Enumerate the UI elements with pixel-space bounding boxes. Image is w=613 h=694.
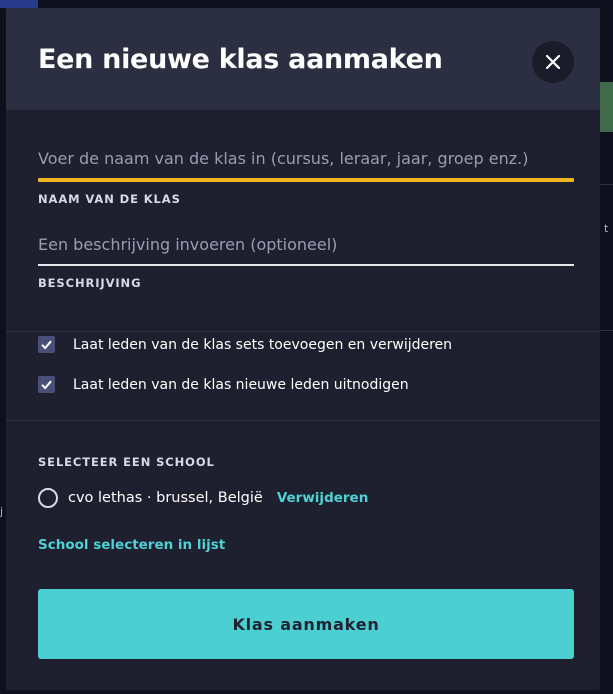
class-name-input[interactable] (38, 138, 574, 178)
background-panel (600, 82, 613, 132)
school-radio[interactable] (38, 488, 58, 508)
school-option-row: cvo lethas · brussel, België Verwijderen (38, 488, 368, 508)
permission-add-sets-label: Laat leden van de klas sets toevoegen en… (73, 336, 453, 353)
class-name-field: NAAM VAN DE KLAS (38, 138, 574, 206)
section-divider (6, 331, 600, 332)
background-tab-strip (0, 0, 38, 8)
description-input[interactable] (38, 224, 574, 264)
select-school-from-list-link[interactable]: School selecteren in lijst (38, 537, 225, 553)
dialog-title: Een nieuwe klas aanmaken (38, 44, 443, 75)
checkmark-icon (41, 340, 52, 350)
description-field: BESCHRIJVING (38, 224, 574, 290)
permission-invite-checkbox[interactable] (38, 376, 55, 393)
close-icon (546, 55, 560, 69)
close-button[interactable] (532, 41, 574, 83)
permission-add-sets-row: Laat leden van de klas sets toevoegen en… (38, 336, 452, 353)
school-section-label: SELECTEER EEN SCHOOL (38, 455, 215, 469)
create-class-button[interactable]: Klas aanmaken (38, 589, 574, 659)
school-name: cvo lethas · brussel, België (68, 490, 263, 506)
dialog-header: Een nieuwe klas aanmaken (6, 8, 600, 110)
class-name-label: NAAM VAN DE KLAS (38, 192, 181, 206)
remove-school-link[interactable]: Verwijderen (277, 490, 369, 506)
permission-invite-label: Laat leden van de klas nieuwe leden uitn… (73, 376, 409, 393)
background-divider (600, 330, 613, 331)
background-text: j (0, 505, 4, 518)
permission-add-sets-checkbox[interactable] (38, 336, 55, 353)
background-divider (600, 184, 613, 185)
create-class-dialog: Een nieuwe klas aanmaken NAAM VAN DE KLA… (6, 8, 600, 690)
background-text: t (604, 222, 609, 235)
section-divider (6, 420, 600, 421)
permission-invite-row: Laat leden van de klas nieuwe leden uitn… (38, 376, 409, 393)
description-label: BESCHRIJVING (38, 276, 142, 290)
class-name-underline (38, 178, 574, 182)
description-underline (38, 264, 574, 266)
checkmark-icon (41, 380, 52, 390)
